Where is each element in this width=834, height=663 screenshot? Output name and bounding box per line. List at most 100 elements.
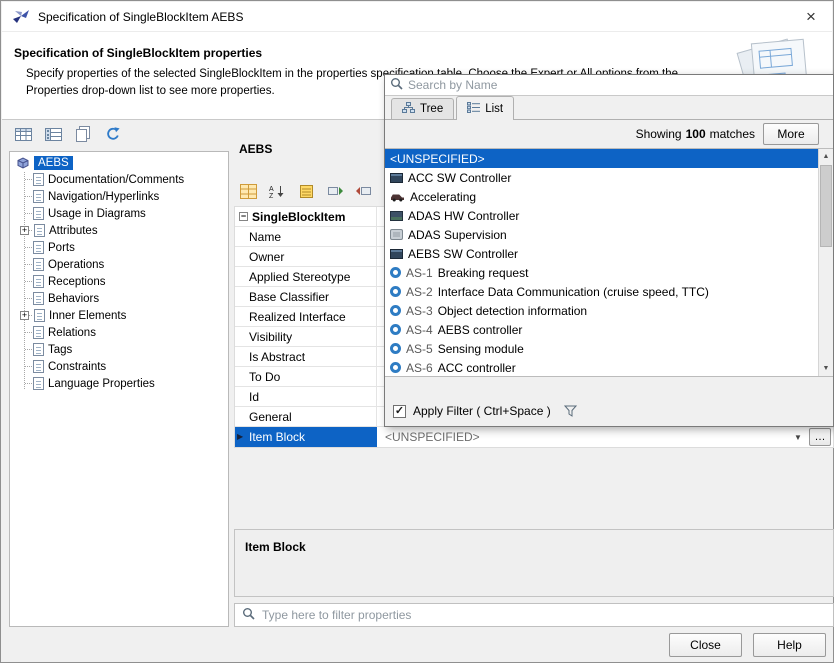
tree-item-constraints[interactable]: Constraints: [10, 358, 228, 375]
tree-item-aebs[interactable]: AEBS: [10, 154, 228, 171]
property-label: To Do: [235, 367, 377, 386]
list-item[interactable]: AS-2Interface Data Communication (cruise…: [385, 282, 818, 301]
list-item[interactable]: AS-1Breaking request: [385, 263, 818, 282]
list-item[interactable]: ADAS Supervision: [385, 225, 818, 244]
scroll-down-icon[interactable]: ▼: [819, 361, 833, 376]
tree-item-label: Usage in Diagrams: [48, 208, 146, 220]
property-label: ▶ Item Block: [235, 427, 377, 447]
property-label: General: [235, 407, 377, 426]
list-item-label: <UNSPECIFIED>: [390, 152, 485, 166]
copy-icon[interactable]: [73, 124, 93, 144]
filter-input[interactable]: [262, 608, 833, 622]
selected-property-label: Item Block: [249, 430, 305, 444]
tree-item-operations[interactable]: Operations: [10, 256, 228, 273]
scrollbar[interactable]: ▲ ▼: [818, 149, 833, 376]
tree-item-ports[interactable]: Ports: [10, 239, 228, 256]
scenario-icon: [390, 362, 401, 373]
matches-suffix: matches: [710, 127, 755, 141]
property-label: Applied Stereotype: [235, 267, 377, 286]
list-item-unspecified[interactable]: <UNSPECIFIED>: [385, 149, 818, 168]
list-item[interactable]: AS-6ACC controller: [385, 358, 818, 377]
document-icon: [33, 241, 44, 254]
popup-footer: ✓ Apply Filter ( Ctrl+Space ): [385, 396, 833, 426]
specification-table-icon[interactable]: [13, 124, 33, 144]
tab-tree[interactable]: Tree: [391, 98, 454, 119]
close-button[interactable]: Close: [669, 633, 742, 657]
tree-item-language-properties[interactable]: Language Properties: [10, 375, 228, 392]
search-box[interactable]: [385, 75, 833, 96]
properties-filter[interactable]: [234, 603, 834, 627]
tree-item-behaviors[interactable]: Behaviors: [10, 290, 228, 307]
list-item[interactable]: ACC SW Controller: [385, 168, 818, 187]
tree-view-icon[interactable]: [43, 124, 63, 144]
filter-funnel-icon[interactable]: [564, 405, 577, 417]
window-title: Specification of SingleBlockItem AEBS: [38, 10, 243, 24]
list-item[interactable]: AEBS SW Controller: [385, 244, 818, 263]
scrollbar-thumb[interactable]: [820, 165, 832, 247]
list-item[interactable]: AS-5Sensing module: [385, 339, 818, 358]
property-row-item-block[interactable]: ▶ Item Block <UNSPECIFIED> ▼ …: [235, 427, 833, 447]
list-item[interactable]: ADAS HW Controller: [385, 206, 818, 225]
tree-tab-icon: [402, 102, 415, 117]
tree-item-label: Tags: [48, 344, 72, 356]
scenario-icon: [390, 267, 401, 278]
close-icon[interactable]: ×: [800, 6, 822, 28]
tree-item-usage-in-diagrams[interactable]: Usage in Diagrams: [10, 205, 228, 222]
list-item[interactable]: Accelerating: [385, 187, 818, 206]
more-button[interactable]: More: [763, 123, 819, 145]
list-item[interactable]: AS-4AEBS controller: [385, 320, 818, 339]
scroll-up-icon[interactable]: ▲: [819, 149, 833, 164]
list-item-label: Breaking request: [438, 266, 529, 280]
tree-item-documentation[interactable]: Documentation/Comments: [10, 171, 228, 188]
collapse-nodes-icon[interactable]: [354, 181, 374, 201]
item-block-value[interactable]: <UNSPECIFIED>: [377, 430, 789, 444]
collapse-icon[interactable]: −: [239, 212, 248, 221]
tree-item-navigation[interactable]: Navigation/Hyperlinks: [10, 188, 228, 205]
ellipsis-button[interactable]: …: [809, 428, 831, 446]
tree-item-relations[interactable]: Relations: [10, 324, 228, 341]
sw-controller-block-icon: [390, 173, 403, 183]
help-button[interactable]: Help: [753, 633, 826, 657]
expand-icon[interactable]: +: [20, 226, 29, 235]
tree-item-label: Documentation/Comments: [48, 174, 184, 186]
search-input[interactable]: [408, 78, 833, 92]
tree-item-attributes[interactable]: + Attributes: [10, 222, 228, 239]
property-label: Id: [235, 387, 377, 406]
document-icon: [33, 207, 44, 220]
list-item-label: ADAS Supervision: [408, 228, 507, 242]
tree-toolbar: [13, 124, 123, 144]
tab-list[interactable]: List: [456, 96, 514, 120]
title-bar: Specification of SingleBlockItem AEBS ×: [2, 2, 832, 32]
property-description-title: Item Block: [245, 540, 823, 554]
item-block-value-editor[interactable]: <UNSPECIFIED> ▼ …: [377, 427, 833, 447]
tree-item-label: Attributes: [49, 225, 98, 237]
header-title: Specification of SingleBlockItem propert…: [14, 46, 262, 60]
refresh-icon[interactable]: [103, 124, 123, 144]
tree-item-label: Inner Elements: [49, 310, 126, 322]
customize-form-icon[interactable]: [296, 181, 316, 201]
tree-item-inner-elements[interactable]: + Inner Elements: [10, 307, 228, 324]
navigation-tree: AEBS Documentation/Comments Navigation/H…: [9, 151, 229, 627]
tree-item-label: Navigation/Hyperlinks: [48, 191, 159, 203]
list-item[interactable]: AS-3Object detection information: [385, 301, 818, 320]
property-description-panel: Item Block: [234, 529, 834, 597]
specification-dialog: Specification of SingleBlockItem AEBS × …: [0, 0, 834, 663]
scenario-icon: [390, 343, 401, 354]
document-icon: [33, 360, 44, 373]
apply-filter-checkbox[interactable]: ✓: [393, 405, 406, 418]
document-icon: [34, 309, 45, 322]
list-item-label: ACC controller: [438, 361, 516, 375]
sort-alphabetically-icon[interactable]: AZ: [267, 181, 287, 201]
row-marker-icon: ▶: [237, 432, 243, 441]
expand-nodes-icon[interactable]: [325, 181, 345, 201]
document-icon: [33, 343, 44, 356]
tree-item-label: AEBS: [34, 156, 73, 170]
list-item-id: AS-4: [406, 323, 433, 337]
display-mode-icon[interactable]: [238, 181, 258, 201]
list-item-label: Sensing module: [438, 342, 524, 356]
tree-item-label: Receptions: [48, 276, 106, 288]
combo-dropdown-icon[interactable]: ▼: [789, 427, 807, 447]
expand-icon[interactable]: +: [20, 311, 29, 320]
tree-item-tags[interactable]: Tags: [10, 341, 228, 358]
tree-item-receptions[interactable]: Receptions: [10, 273, 228, 290]
